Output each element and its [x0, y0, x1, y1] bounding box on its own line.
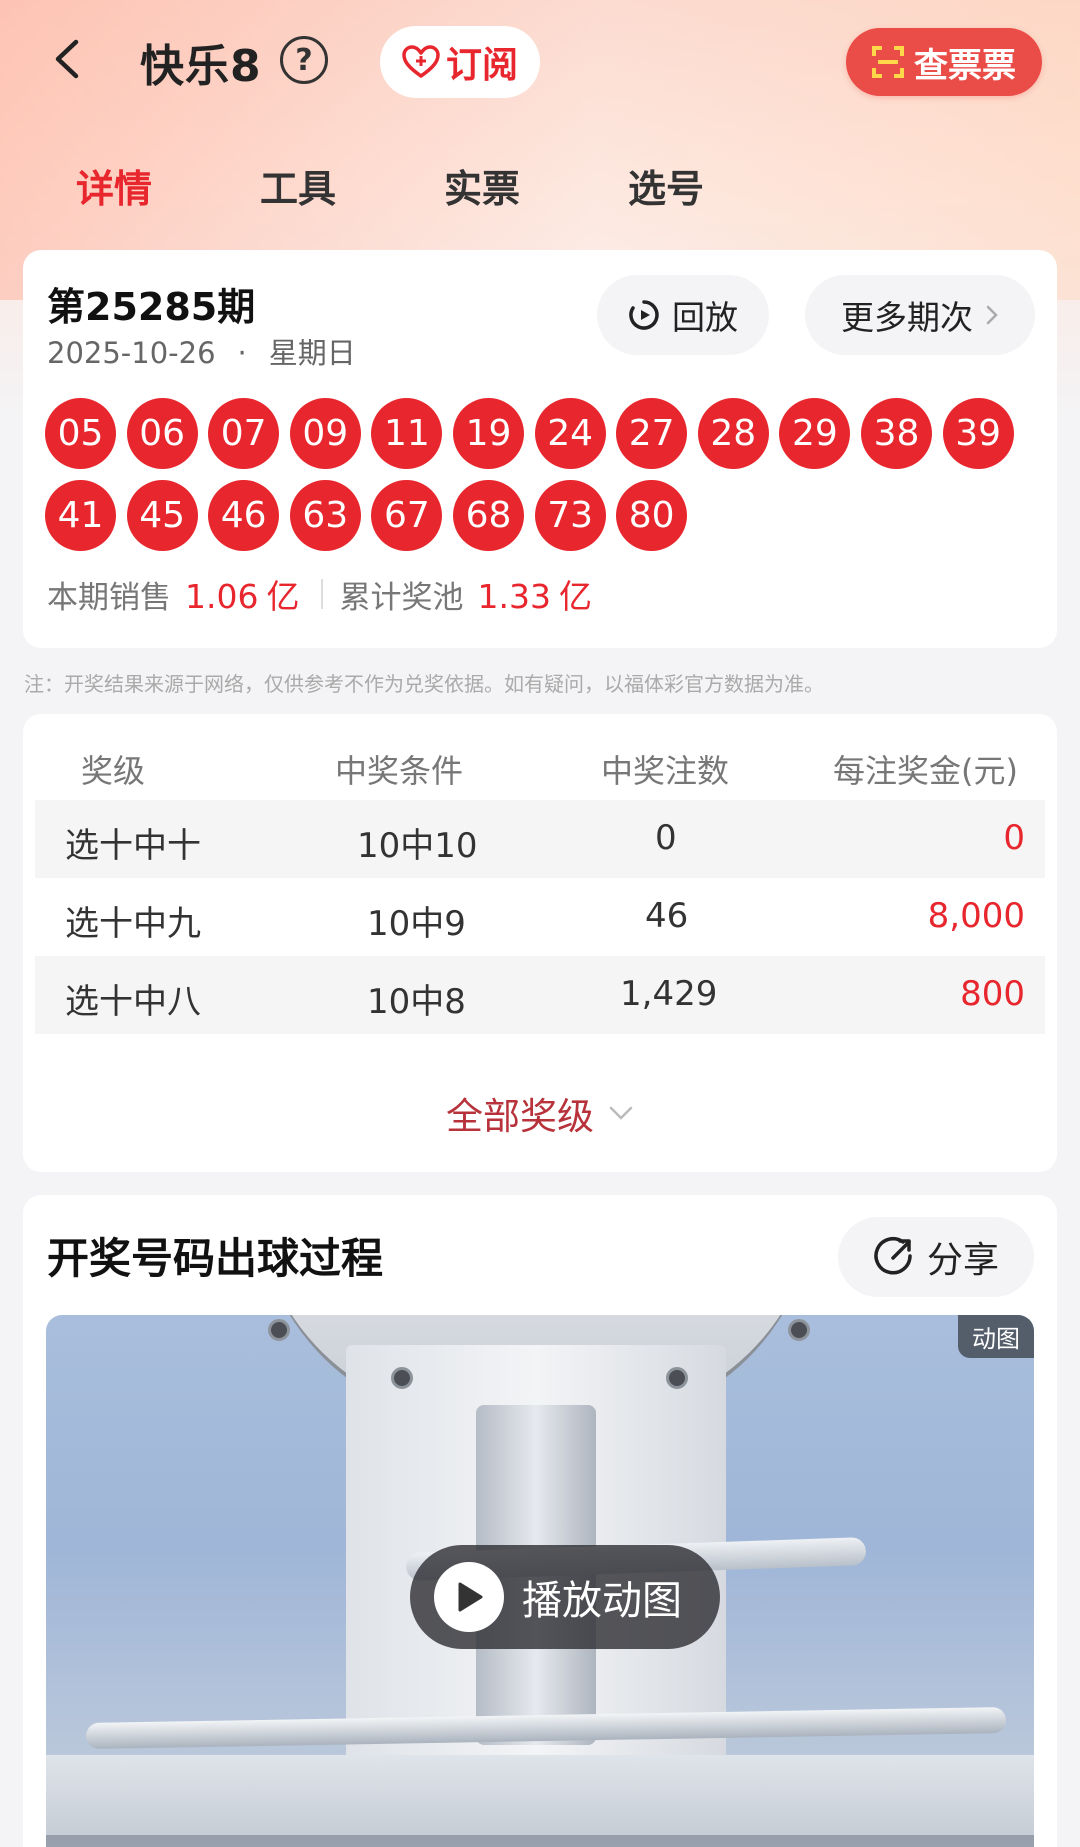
- row-prize: 800: [960, 974, 1025, 1014]
- row-condition: 10中10: [357, 826, 478, 866]
- tab-bar: 详情 工具 实票 选号: [0, 158, 1080, 228]
- row-level: 选十中八: [65, 982, 201, 1022]
- heart-plus-icon: [402, 45, 440, 78]
- draw-animation-preview[interactable]: 动图 播放动图: [46, 1315, 1034, 1847]
- number-ball: 46: [208, 480, 280, 551]
- machine-stripe: [46, 1835, 1034, 1847]
- number-ball: 29: [779, 398, 851, 469]
- subscribe-button[interactable]: 订阅: [380, 26, 540, 98]
- tab-pick-numbers[interactable]: 选号: [628, 158, 704, 213]
- number-ball: 41: [45, 480, 116, 551]
- row-prize: 0: [1003, 818, 1025, 858]
- row-level: 选十中九: [65, 904, 201, 944]
- chevron-left-icon: [55, 39, 79, 79]
- help-icon[interactable]: ?: [280, 36, 328, 84]
- check-ticket-label: 查票票: [914, 45, 1016, 86]
- gif-badge: 动图: [958, 1315, 1034, 1358]
- check-ticket-button[interactable]: 查票票: [846, 28, 1042, 96]
- number-ball: 28: [697, 398, 769, 469]
- pool-unit: 亿: [558, 577, 592, 616]
- prize-table-card: 奖级 中奖条件 中奖注数 每注奖金(元) 选十中十 10中10 0 0 选十中九…: [23, 714, 1057, 1172]
- number-ball: 45: [126, 480, 198, 551]
- all-levels-label: 全部奖级: [446, 1095, 594, 1138]
- draw-date-line: 2025-10-26 · 星期日: [47, 330, 356, 372]
- sales-info: 本期销售 1.06 亿 累计奖池 1.33 亿: [47, 570, 592, 618]
- draw-weekday: 星期日: [268, 336, 356, 370]
- pool-label: 累计奖池: [339, 580, 464, 616]
- screw: [788, 1319, 810, 1341]
- replay-icon: [629, 300, 659, 330]
- sales-unit: 亿: [266, 577, 300, 616]
- section-title: 开奖号码出球过程: [47, 1234, 384, 1283]
- subscribe-label: 订阅: [445, 45, 518, 86]
- play-icon: [434, 1562, 504, 1632]
- number-ball: 38: [861, 398, 932, 469]
- number-ball: 68: [453, 480, 524, 551]
- replay-label: 回放: [672, 298, 738, 337]
- share-icon: [874, 1237, 912, 1275]
- header-count: 中奖注数: [601, 752, 730, 790]
- number-ball: 67: [371, 480, 443, 551]
- divider: [321, 579, 324, 609]
- number-ball: 11: [371, 398, 443, 469]
- header-level: 奖级: [81, 752, 146, 790]
- number-ball: 07: [208, 398, 280, 469]
- chevron-down-icon: [609, 1106, 633, 1120]
- row-level: 选十中十: [65, 826, 201, 866]
- row-count: 46: [645, 896, 689, 936]
- issue-number: 第25285期: [47, 285, 256, 329]
- number-ball: 09: [289, 398, 361, 469]
- chevron-right-icon: [986, 305, 998, 325]
- number-ball: 24: [534, 398, 606, 469]
- back-button[interactable]: [46, 36, 92, 82]
- number-ball: 63: [289, 480, 361, 551]
- draw-video-card: 开奖号码出球过程 分享 动图 播放动图: [23, 1195, 1057, 1847]
- screw: [268, 1319, 290, 1341]
- share-label: 分享: [926, 1240, 999, 1281]
- more-issues-button[interactable]: 更多期次: [805, 275, 1035, 355]
- number-ball: 06: [126, 398, 198, 469]
- number-ball: 19: [453, 398, 524, 469]
- play-animation-label: 播放动图: [522, 1578, 682, 1624]
- row-condition: 10中8: [367, 982, 466, 1022]
- number-ball: 05: [45, 398, 116, 469]
- table-row: 选十中十 10中10 0 0: [35, 800, 1045, 878]
- sales-label: 本期销售: [47, 580, 171, 616]
- page-title: 快乐8: [140, 41, 262, 92]
- tab-real-tickets[interactable]: 实票: [444, 158, 520, 213]
- machine-base: [46, 1755, 1034, 1847]
- disclaimer-note: 注：开奖结果来源于网络，仅供参考不作为兑奖依据。如有疑问，以福体彩官方数据为准。: [24, 672, 824, 696]
- number-ball: 27: [616, 398, 688, 469]
- replay-button[interactable]: 回放: [597, 275, 769, 355]
- row-count: 0: [655, 818, 677, 858]
- play-animation-button[interactable]: 播放动图: [410, 1545, 720, 1649]
- row-count: 1,429: [620, 974, 718, 1014]
- table-row: 选十中九 10中9 46 8,000: [35, 878, 1045, 956]
- tab-details[interactable]: 详情: [76, 158, 152, 213]
- header-condition: 中奖条件: [335, 752, 464, 790]
- more-issues-label: 更多期次: [841, 298, 973, 337]
- sales-value: 1.06: [185, 577, 259, 616]
- tab-tools[interactable]: 工具: [260, 158, 336, 213]
- number-ball: 80: [616, 480, 688, 551]
- header-prize: 每注奖金(元): [833, 752, 1018, 790]
- draw-date: 2025-10-26: [47, 336, 216, 370]
- share-button[interactable]: 分享: [838, 1217, 1034, 1297]
- scan-icon: [872, 46, 904, 78]
- number-ball: 73: [534, 480, 606, 551]
- separator-dot: ·: [237, 336, 247, 370]
- screw: [391, 1367, 413, 1389]
- table-header: 奖级 中奖条件 中奖注数 每注奖金(元): [23, 738, 1057, 798]
- screw: [666, 1367, 688, 1389]
- row-prize: 8,000: [927, 896, 1025, 936]
- all-levels-toggle[interactable]: 全部奖级: [23, 1086, 1057, 1140]
- app-header: 快乐8 ? 订阅 查票票: [0, 0, 1080, 130]
- number-ball: 39: [942, 398, 1014, 469]
- draw-result-card: 第25285期 2025-10-26 · 星期日 回放 更多期次 05 06 07 09 1…: [23, 250, 1057, 648]
- pool-value: 1.33: [477, 577, 551, 616]
- row-condition: 10中9: [367, 904, 466, 944]
- table-row: 选十中八 10中8 1,429 800: [35, 956, 1045, 1034]
